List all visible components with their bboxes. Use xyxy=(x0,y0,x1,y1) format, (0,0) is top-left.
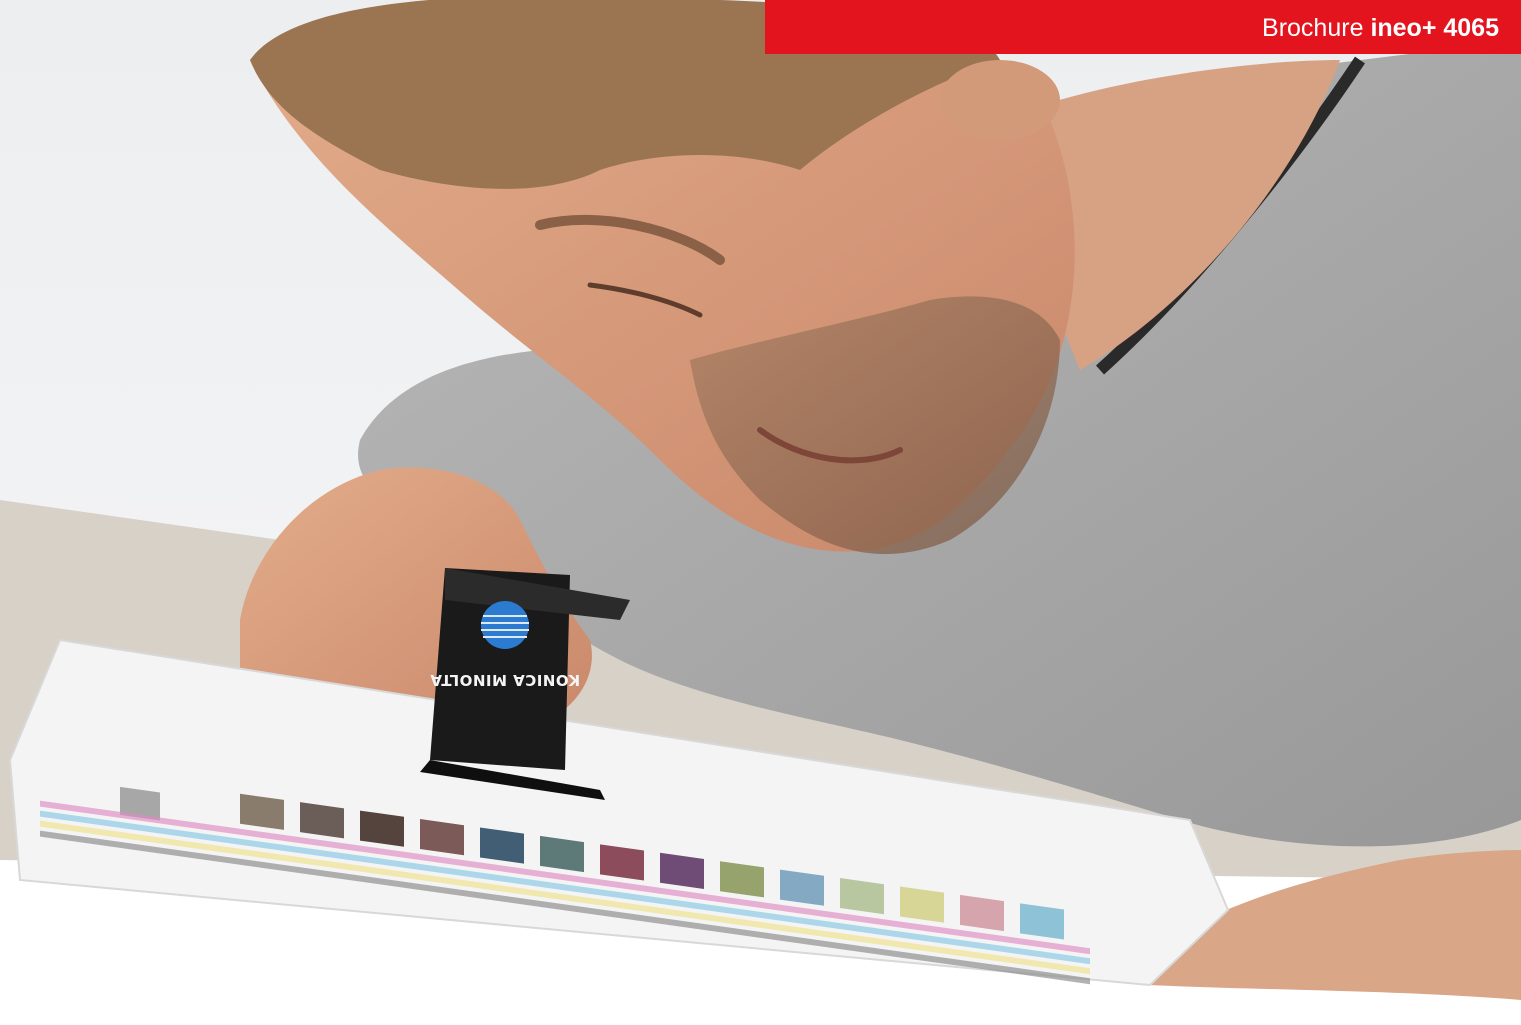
ear xyxy=(940,60,1060,140)
product-name: ineo+ 4065 xyxy=(1370,14,1499,42)
konica-minolta-logo-icon xyxy=(481,601,529,649)
brochure-prefix: Brochure xyxy=(1262,14,1364,42)
device-logo-text: KONICA MINOLTA xyxy=(430,671,580,689)
brochure-title: Brochure ineo+ 4065 xyxy=(1262,13,1499,43)
header-brand-tab: Brochure ineo+ 4065 xyxy=(765,0,1521,54)
hero-photo: KONICA MINOLTA xyxy=(0,0,1521,1025)
